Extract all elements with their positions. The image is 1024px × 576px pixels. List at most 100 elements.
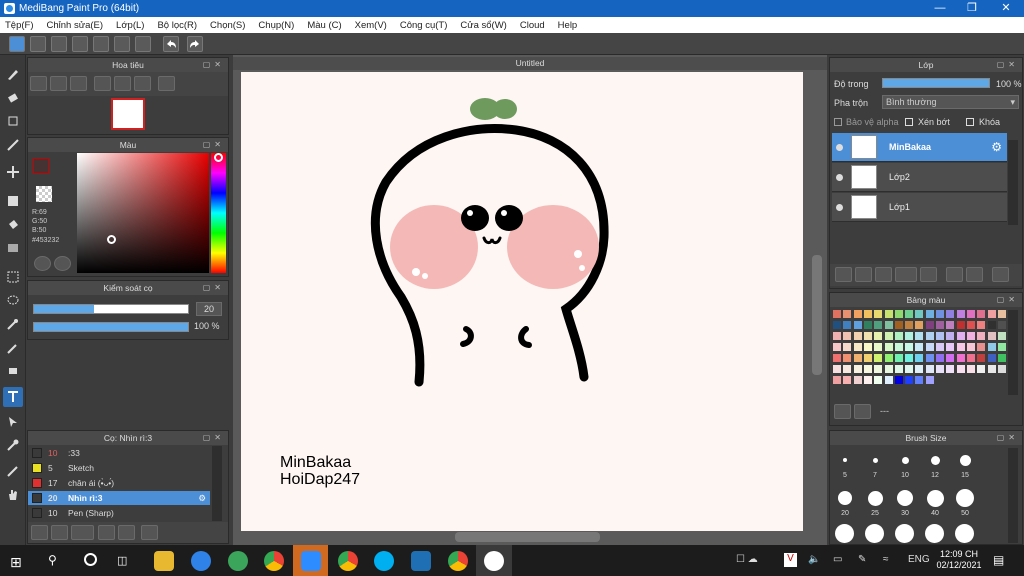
foreground-color-swatch[interactable] [33,158,49,174]
file-explorer-icon[interactable] [154,551,174,571]
palette-swatch[interactable] [853,354,862,362]
palette-swatch[interactable] [936,343,944,351]
palette-swatch[interactable] [997,365,1006,373]
menu-cloud[interactable]: Cloud [520,20,545,31]
magic-wand-icon[interactable] [3,314,23,334]
lasso-tool-icon[interactable] [3,291,23,311]
zoom-fit-icon[interactable] [50,76,67,91]
folder-icon[interactable] [98,525,115,540]
palette-swatch[interactable] [863,321,872,329]
palette-swatch[interactable] [894,354,903,362]
zalo-icon[interactable] [191,551,211,571]
palette-swatch[interactable] [997,343,1006,351]
canvas-horizontal-scrollbar[interactable] [455,532,600,542]
palette-swatch[interactable] [946,332,955,340]
palette-swatch[interactable] [894,332,903,340]
language-indicator[interactable]: ENG [908,554,930,565]
eraser-tool-icon[interactable] [3,88,23,108]
eyedropper-tool-icon[interactable] [3,435,23,455]
palette-swatch[interactable] [884,321,893,329]
brush-size-preset[interactable] [955,524,974,543]
navigator-preview[interactable] [111,98,145,130]
palette-swatch[interactable] [946,321,955,329]
list-icon[interactable] [114,36,130,52]
palette-swatch[interactable] [936,365,944,373]
palette-swatch[interactable] [925,343,934,351]
palette-swatch[interactable] [997,310,1006,318]
visibility-icon[interactable] [836,173,843,181]
palette-swatch[interactable] [956,310,965,318]
palette-swatch[interactable] [894,365,903,373]
brush-size-preset[interactable] [872,457,878,463]
close-button[interactable]: ✕ [990,0,1022,17]
palette-swatch[interactable] [946,310,955,318]
operation-tool-icon[interactable] [3,411,23,431]
palette-swatch[interactable] [863,332,872,340]
palette-swatch[interactable] [843,321,852,329]
palette-swatch[interactable] [894,343,903,351]
palette-swatch[interactable] [915,354,924,362]
palette-swatch[interactable] [874,321,883,329]
volume-icon[interactable]: 🔈 [808,554,820,565]
visibility-icon[interactable] [836,143,843,151]
palette-swatch[interactable] [833,376,841,384]
palette-swatch[interactable] [874,354,883,362]
brush-size-slider[interactable] [33,304,189,314]
layer-row[interactable]: Lớp1 [832,193,1007,222]
delete-brush-icon[interactable] [141,525,158,540]
brush-size-preset[interactable] [926,489,944,507]
palette-swatch[interactable] [956,321,965,329]
task-view-icon[interactable]: ◫ [117,554,127,567]
brush-size-value[interactable]: 20 [196,302,222,316]
palette-swatch[interactable] [884,343,893,351]
palette-swatch[interactable] [956,332,965,340]
palette-swatch[interactable] [905,365,914,373]
palette-swatch[interactable] [884,365,893,373]
palette-swatch[interactable] [853,310,862,318]
battery-icon[interactable]: ▭ [833,554,842,565]
vivaldi-icon[interactable]: V [784,553,797,567]
color-picker-cursor[interactable] [107,235,116,244]
palette-swatch[interactable] [925,310,934,318]
rotate-right-icon[interactable] [134,76,151,91]
flip-icon[interactable] [158,76,175,91]
new-8bit-layer-icon[interactable] [875,267,892,282]
palette-swatch[interactable] [977,365,986,373]
visibility-icon[interactable] [836,203,843,211]
palette-swatch[interactable] [894,321,903,329]
menu-window[interactable]: Cửa sổ(W) [460,20,506,31]
palette-swatch[interactable] [863,354,872,362]
palette-swatch[interactable] [874,310,883,318]
brush-opacity-slider[interactable] [33,322,189,332]
palette-swatch[interactable] [977,354,986,362]
dot-tool-icon[interactable] [3,111,23,131]
palette-swatch[interactable] [843,343,852,351]
palette-swatch[interactable] [946,343,955,351]
brush-size-preset[interactable] [867,490,883,506]
zoom-icon[interactable] [301,551,321,571]
skype-icon[interactable] [374,551,394,571]
palette-swatch[interactable] [833,332,841,340]
brush-settings-icon[interactable] [31,525,48,540]
move-tool-icon[interactable] [3,162,23,182]
delete-palette-icon[interactable] [854,404,871,419]
undo-icon[interactable] [163,36,179,52]
chrome-icon[interactable] [264,551,284,571]
folder-icon[interactable] [920,267,937,282]
color-wheel-icon[interactable] [54,256,71,271]
palette-swatch[interactable] [905,376,914,384]
brush-list-scrollbar[interactable] [212,446,222,521]
zoom-in-icon[interactable] [30,76,47,91]
palette-swatch[interactable] [936,354,944,362]
panel-controls-icon[interactable]: ▢✕ [203,138,225,152]
palette-swatch[interactable] [977,343,986,351]
palette-swatch[interactable] [925,321,934,329]
menu-edit[interactable]: Chỉnh sửa(E) [47,20,104,31]
palette-swatch[interactable] [956,354,965,362]
menu-view[interactable]: Xem(V) [355,20,387,31]
palette-swatch[interactable] [966,354,975,362]
notification-icon[interactable]: ▤ [993,553,1004,567]
chrome-icon[interactable] [338,551,358,571]
palette-swatch[interactable] [966,343,975,351]
palette-swatch[interactable] [987,310,996,318]
